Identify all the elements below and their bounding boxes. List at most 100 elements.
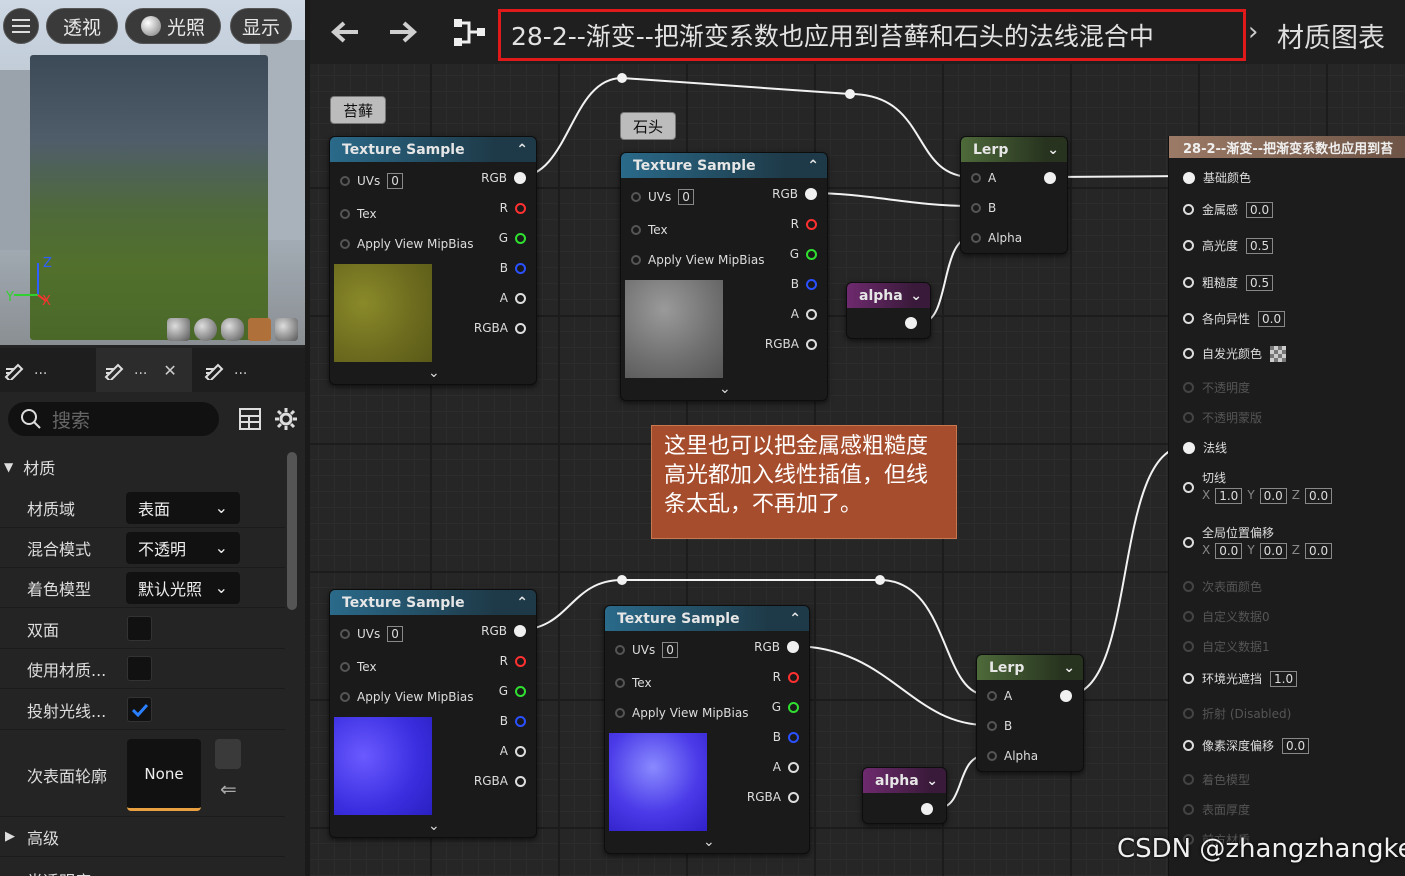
use-selected-icon[interactable]: ⇐ <box>220 777 237 801</box>
close-icon[interactable]: ✕ <box>163 361 176 380</box>
wire-stone-normal-to-lerp2-b <box>791 645 988 726</box>
cast-ray-checkbox[interactable] <box>127 697 152 722</box>
texture-sample-stone-normal[interactable]: Texture Sample ⌃ UVs 0 Tex Apply View MipB… <box>604 605 810 854</box>
alpha-output-pin[interactable] <box>905 317 917 329</box>
perspective-button[interactable]: 透视 <box>46 8 118 44</box>
pin-roughness[interactable]: 粗糙度 0.5 <box>1183 274 1274 291</box>
prop-subsurface-profile: 次表面轮廓 None ⇐ <box>0 733 285 817</box>
expand-icon[interactable]: ⌄ <box>719 381 731 397</box>
checkmark-icon <box>131 703 148 717</box>
tag-stone[interactable]: 石头 <box>620 112 677 140</box>
alpha-param-normal[interactable]: alpha ⌄ <box>862 767 947 824</box>
gear-icon[interactable] <box>274 407 298 431</box>
section-advanced[interactable]: ▶ 高级 <box>0 817 285 857</box>
cylinder-preview-icon[interactable] <box>167 318 190 341</box>
chevron-down-icon: ▼ <box>4 460 14 474</box>
details-scrollbar[interactable] <box>287 452 297 610</box>
section-translucency[interactable]: 半透明度 <box>0 858 285 876</box>
texture-sample-moss-normal[interactable]: Texture Sample ⌃ UVs 0 Tex Apply View MipB… <box>329 589 537 838</box>
texture-sample-stone-color[interactable]: Texture Sample ⌃ UVs 0 Tex Apply View MipB… <box>620 152 828 401</box>
alpha-param-color[interactable]: alpha ⌄ <box>846 282 931 339</box>
search-icon <box>21 409 41 429</box>
alpha-output-pin[interactable] <box>921 803 933 815</box>
moss-normal-thumbnail <box>334 717 432 815</box>
menu-button[interactable] <box>3 8 39 44</box>
two-sided-checkbox[interactable] <box>127 616 152 641</box>
chevron-down-icon[interactable]: ⌄ <box>1047 142 1059 158</box>
checker-swatch-icon[interactable] <box>1270 345 1287 362</box>
chevron-down-icon[interactable]: ⌄ <box>910 288 922 304</box>
pin-emissive[interactable]: 自发光颜色 <box>1183 345 1287 362</box>
expand-icon[interactable]: ⌄ <box>703 834 715 850</box>
comment-box[interactable]: 这里也可以把金属感粗糙度高光都加入线性插值，但线条太乱，不再加了。 <box>651 425 957 539</box>
expand-icon[interactable]: ⌄ <box>428 365 440 381</box>
sphere-preview-icon[interactable] <box>194 318 217 341</box>
pin-opacity: 不透明度 <box>1183 379 1250 396</box>
pin-custom-data-1: 自定义数据1 <box>1183 638 1270 655</box>
pin-pixel-depth-offset[interactable]: 像素深度偏移 0.0 <box>1183 737 1310 754</box>
prop-shading-model: 着色模型 默认光照 ⌄ <box>0 568 285 608</box>
subsurface-asset-thumbnail[interactable]: None <box>127 739 201 811</box>
lerp-node-normal[interactable]: Lerp ⌄ A B Alpha <box>976 654 1084 772</box>
material-domain-select[interactable]: 表面 ⌄ <box>126 491 240 524</box>
pin-base-color[interactable]: 基础颜色 <box>1183 169 1251 186</box>
pin-tangent[interactable]: 切线 X 1.0 Y 0.0 Z 0.0 <box>1183 469 1333 504</box>
material-graph[interactable]: 28-2--渐变--把渐变系数也应用到苔藓和石头的法线混合中 › 材质图表 苔藓… <box>310 0 1405 876</box>
pin-surface-thickness: 表面厚度 <box>1183 801 1250 818</box>
search-row: 搜索 <box>0 392 305 446</box>
table-view-icon[interactable] <box>239 408 261 430</box>
expand-icon[interactable]: ⌄ <box>428 818 440 834</box>
preview-viewport[interactable]: 透视 光照 显示 Z Y X <box>0 0 305 345</box>
stone-normal-thumbnail <box>609 733 707 831</box>
show-button[interactable]: 显示 <box>230 8 292 44</box>
blend-mode-select[interactable]: 不透明 ⌄ <box>126 531 240 564</box>
chevron-down-icon: ⌄ <box>214 538 228 557</box>
pin-custom-data-0: 自定义数据0 <box>1183 608 1270 625</box>
details-tabs: ... ... ✕ ... <box>0 348 305 392</box>
svg-text:X: X <box>42 294 51 305</box>
chevron-down-icon: ⌄ <box>214 498 228 517</box>
stone-color-thumbnail <box>625 280 723 378</box>
details-tab-2[interactable]: ... ✕ <box>96 348 192 392</box>
moss-color-thumbnail <box>334 264 432 362</box>
asset-dropdown-button[interactable] <box>215 739 241 769</box>
lerp-node-color[interactable]: Lerp ⌄ A B Alpha <box>960 136 1068 254</box>
pin-normal[interactable]: 法线 <box>1183 439 1227 456</box>
details-panel: 透视 光照 显示 Z Y X ... ... ✕ ... 搜索 ▼ 材质 材质域… <box>0 0 305 876</box>
prop-cast-ray: 投射光线... <box>0 690 285 730</box>
lerp-output-pin[interactable] <box>1060 690 1072 702</box>
collapse-icon[interactable]: ⌃ <box>516 595 528 611</box>
pin-anisotropy[interactable]: 各向异性 0.0 <box>1183 310 1286 327</box>
prop-use-material: 使用材质... <box>0 649 285 689</box>
shading-model-select[interactable]: 默认光照 ⌄ <box>126 571 240 604</box>
details-tab-3[interactable]: ... <box>204 348 292 392</box>
wire-reroute-dot <box>845 89 855 99</box>
svg-text:Z: Z <box>43 256 52 271</box>
teapot-preview-icon[interactable] <box>275 318 298 341</box>
cube-preview-icon[interactable] <box>248 318 271 341</box>
lerp-output-pin[interactable] <box>1044 172 1056 184</box>
pin-specular[interactable]: 高光度 0.5 <box>1183 237 1274 254</box>
pin-world-position-offset[interactable]: 全局位置偏移 X 0.0 Y 0.0 Z 0.0 <box>1183 524 1333 559</box>
plane-preview-icon[interactable] <box>221 318 244 341</box>
collapse-icon[interactable]: ⌃ <box>789 611 801 627</box>
pin-ambient-occlusion[interactable]: 环境光遮挡 1.0 <box>1183 670 1298 687</box>
prop-blend-mode: 混合模式 不透明 ⌄ <box>0 528 285 568</box>
search-input[interactable]: 搜索 <box>8 402 219 436</box>
pin-refraction: 折射 (Disabled) <box>1183 705 1291 722</box>
wire-lerp1-to-basecolor <box>1049 175 1188 178</box>
collapse-icon[interactable]: ⌃ <box>807 158 819 174</box>
use-material-checkbox[interactable] <box>127 656 152 681</box>
lighting-button[interactable]: 光照 <box>125 8 221 44</box>
pin-metallic[interactable]: 金属感 0.0 <box>1183 201 1274 218</box>
section-material[interactable]: ▼ 材质 <box>0 449 285 485</box>
collapse-icon[interactable]: ⌃ <box>516 142 528 158</box>
details-tab-1[interactable]: ... <box>4 348 92 392</box>
chevron-right-icon: ▶ <box>5 829 15 844</box>
watermark: CSDN @zhangzhangkeji <box>1117 834 1405 864</box>
texture-sample-moss-color[interactable]: Texture Sample ⌃ UVs 0 Tex Apply View MipB… <box>329 136 537 385</box>
chevron-down-icon[interactable]: ⌄ <box>926 773 938 789</box>
chevron-down-icon[interactable]: ⌄ <box>1063 660 1075 676</box>
tag-moss[interactable]: 苔藓 <box>330 96 387 124</box>
material-result-node[interactable]: 28-2--渐变--把渐变系数也应用到苔 基础颜色 金属感 0.0 高光度 0.5 … <box>1168 136 1405 876</box>
